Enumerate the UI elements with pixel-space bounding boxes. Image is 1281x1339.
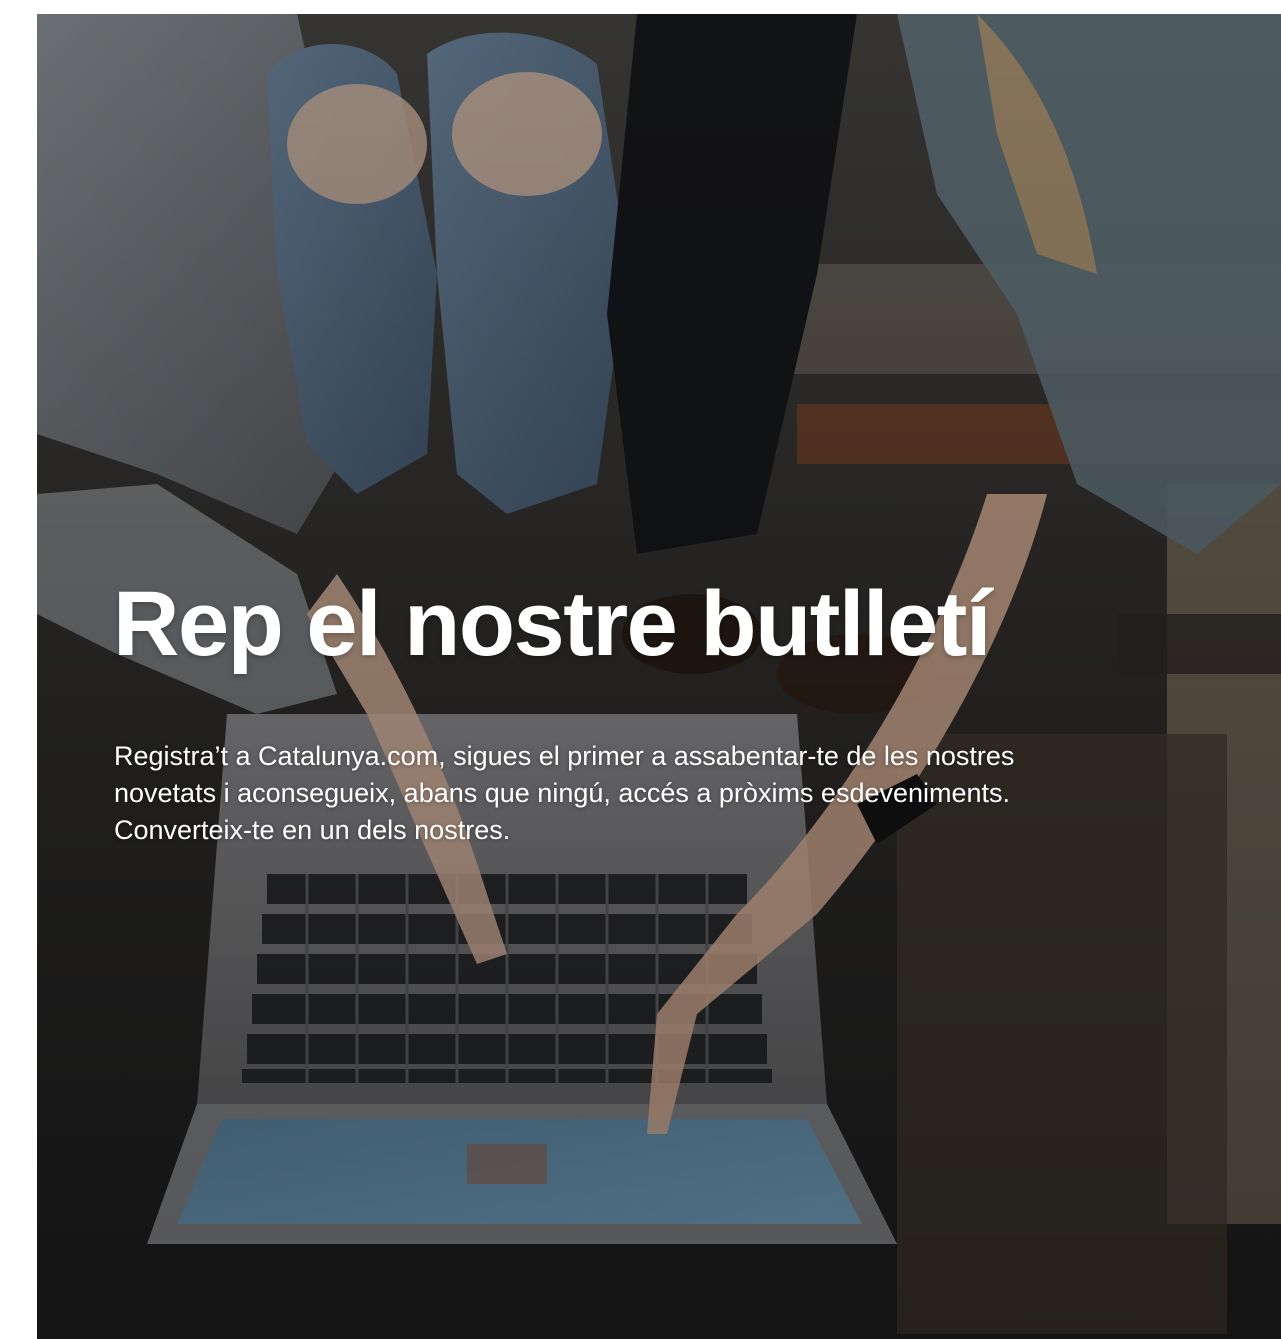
newsletter-hero: Rep el nostre butlletí Registra’t a Cata…: [37, 14, 1281, 1339]
page: Rep el nostre butlletí Registra’t a Cata…: [0, 0, 1281, 1339]
newsletter-description: Registra’t a Catalunya.com, sigues el pr…: [114, 741, 1015, 845]
hero-darken-overlay: [37, 14, 1281, 1339]
newsletter-title: Rep el nostre butlletí: [113, 573, 991, 675]
